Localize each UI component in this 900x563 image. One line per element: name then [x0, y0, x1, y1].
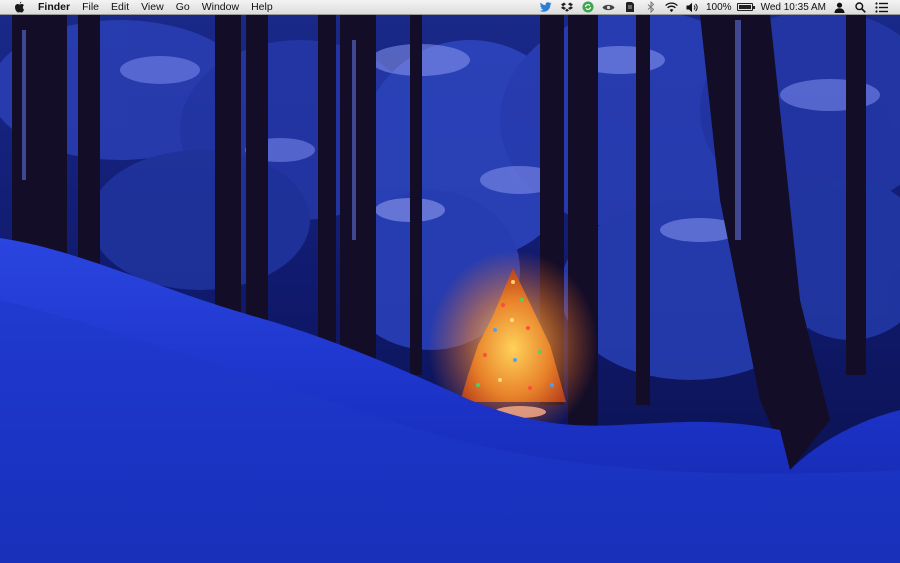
menu-file[interactable]: File	[76, 0, 105, 15]
dropbox-icon[interactable]	[560, 1, 573, 14]
menu-help[interactable]: Help	[245, 0, 279, 15]
desktop-wallpaper	[0, 0, 900, 563]
menu-bar-left: Finder File Edit View Go Window Help	[0, 0, 279, 14]
apple-menu-icon[interactable]	[13, 1, 25, 13]
twitter-icon[interactable]	[539, 1, 552, 14]
menu-go[interactable]: Go	[170, 0, 196, 15]
menu-edit[interactable]: Edit	[105, 0, 135, 15]
eye-icon[interactable]	[602, 1, 615, 14]
user-icon[interactable]	[833, 1, 846, 14]
menu-window[interactable]: Window	[196, 0, 245, 15]
desktop[interactable]: Finder File Edit View Go Window Help 100…	[0, 0, 900, 563]
battery-icon[interactable]	[736, 3, 755, 11]
menu-view[interactable]: View	[135, 0, 170, 15]
menu-app-name[interactable]: Finder	[38, 0, 76, 15]
menu-bar: Finder File Edit View Go Window Help 100…	[0, 0, 900, 15]
spotlight-icon[interactable]	[854, 1, 867, 14]
evernote-icon[interactable]	[623, 1, 636, 14]
volume-icon[interactable]	[686, 1, 699, 14]
sync-icon[interactable]	[581, 1, 594, 14]
menu-clock[interactable]: Wed 10:35 AM	[761, 2, 826, 13]
menu-bar-status: 100% Wed 10:35 AM	[535, 0, 900, 14]
notification-center-icon[interactable]	[875, 1, 888, 14]
wifi-icon[interactable]	[665, 1, 678, 14]
bluetooth-icon[interactable]	[644, 1, 657, 14]
battery-percent: 100%	[706, 1, 732, 13]
battery-level	[738, 5, 751, 9]
